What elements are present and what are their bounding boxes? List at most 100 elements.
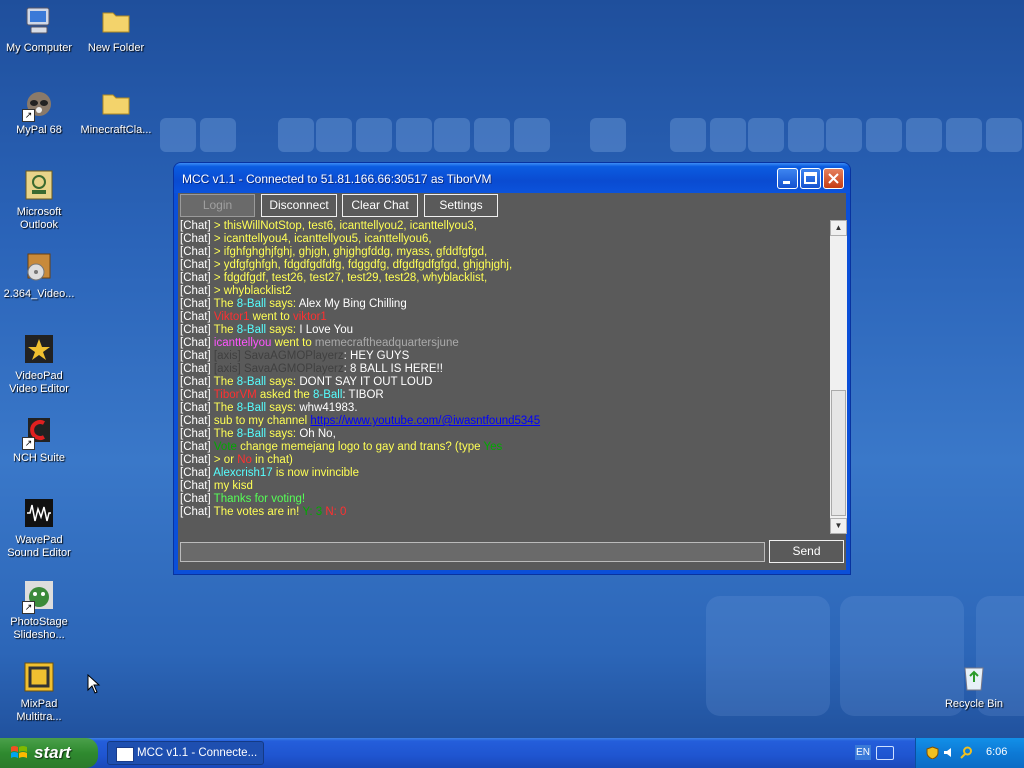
taskbar-item-label: MCC v1.1 - Connecte... — [137, 747, 258, 759]
chat-segment: [Chat] — [180, 402, 214, 414]
taskbar-item-mcc[interactable]: MCC v1.1 - Connecte... — [107, 741, 264, 765]
chat-segment: [Chat] — [180, 415, 214, 427]
desktop-icon-recycle-bin[interactable]: Recycle Bin — [935, 660, 1013, 711]
chat-segment: [Chat] — [180, 454, 214, 466]
security-shield-icon[interactable] — [926, 746, 939, 759]
chat-segment: [Chat] — [180, 467, 214, 479]
desktop-icon-new-folder[interactable]: New Folder — [77, 4, 155, 55]
chat-line: [Chat] The 8-Ball says: Alex My Bing Chi… — [180, 298, 828, 311]
minimize-button[interactable] — [777, 168, 798, 189]
chat-segment: [Chat] — [180, 441, 214, 453]
window-titlebar[interactable]: MCC v1.1 - Connected to 51.81.166.66:305… — [174, 163, 850, 193]
media-package-icon — [27, 253, 51, 281]
scroll-down-button[interactable]: ▼ — [830, 518, 847, 534]
start-label: start — [34, 743, 71, 762]
chat-segment: DONT SAY IT OUT LOUD — [299, 376, 433, 388]
chat-segment: in chat) — [251, 454, 293, 466]
chat-segment: [Chat] — [180, 493, 214, 505]
chat-segment: [Chat] — [180, 298, 214, 310]
folder-icon — [102, 12, 130, 33]
chat-line: [Chat] Alexcrish17 is now invincible — [180, 467, 828, 480]
recycle-bin-icon — [964, 667, 984, 691]
chat-segment: Vote — [213, 441, 237, 453]
chat-segment: The — [213, 298, 237, 310]
videopad-icon — [25, 335, 53, 363]
desktop-icon-outlook[interactable]: Microsoft Outlook — [0, 168, 78, 232]
maximize-button[interactable] — [800, 168, 821, 189]
desktop-icon-my-computer[interactable]: My Computer — [0, 4, 78, 55]
chat-line: [Chat] The 8-Ball says: Oh No, — [180, 428, 828, 441]
chat-segment: The — [213, 324, 237, 336]
desktop-icon-nch-suite[interactable]: ↗ NCH Suite — [0, 414, 78, 465]
chat-segment: SavaAGMOPlayerz — [243, 350, 344, 362]
close-button[interactable] — [823, 168, 844, 189]
chat-segment: [Chat] — [180, 350, 214, 362]
chat-line: [Chat] The 8-Ball says: I Love You — [180, 324, 828, 337]
chat-segment: No — [237, 454, 252, 466]
chat-segment: The — [213, 376, 237, 388]
chat-segment: viktor1 — [292, 311, 327, 323]
desktop-icon-wavepad[interactable]: WavePad Sound Editor — [0, 496, 78, 560]
chat-segment: SavaAGMOPlayerz — [243, 363, 344, 375]
desktop-icon-label: New Folder — [87, 42, 145, 54]
chat-segment: went to — [271, 337, 315, 349]
chat-segment: [Chat] — [180, 311, 214, 323]
chat-segment: The votes are in! — [213, 506, 303, 518]
start-button[interactable]: start — [0, 738, 98, 768]
folder-icon — [102, 94, 130, 115]
mouse-cursor-icon — [87, 674, 101, 694]
chat-scrollbar[interactable]: ▲ ▼ — [830, 220, 847, 534]
chat-segment: [Chat] — [180, 428, 214, 440]
desktop-icon-video-package[interactable]: 2.364_Video... — [0, 250, 78, 301]
chat-line: [Chat] > fdgdfgdf, test26, test27, test2… — [180, 272, 828, 285]
send-button[interactable]: Send — [769, 540, 844, 563]
desktop-icon-mypal[interactable]: ↗ MyPal 68 — [0, 86, 78, 137]
login-button[interactable]: Login — [180, 194, 255, 217]
chat-link[interactable]: https://www.youtube.com/@iwasntfound5345 — [310, 415, 540, 427]
chat-line: [Chat] [axis] SavaAGMOPlayerz: 8 BALL IS… — [180, 363, 828, 376]
settings-button[interactable]: Settings — [424, 194, 498, 217]
keyboard-icon[interactable] — [876, 746, 894, 760]
desktop-icon-label: MyPal 68 — [16, 124, 62, 136]
clock[interactable]: 6:06 — [986, 746, 1007, 758]
chat-segment: Oh No, — [299, 428, 336, 440]
chat-input[interactable] — [180, 542, 765, 562]
chat-segment: says: — [266, 376, 300, 388]
chat-segment: [Chat] — [180, 389, 214, 401]
chat-line: [Chat] sub to my channel https://www.you… — [180, 415, 828, 428]
desktop-icon-label: My Computer — [5, 42, 73, 54]
chat-segment: 8-Ball — [236, 324, 267, 336]
scroll-thumb[interactable] — [831, 390, 846, 516]
chat-segment: icanttellyou — [213, 337, 272, 349]
chat-segment: [Chat] — [180, 376, 214, 388]
desktop-icon-videopad[interactable]: VideoPad Video Editor — [0, 332, 78, 396]
chat-line: [Chat] Thanks for voting! — [180, 493, 828, 506]
chat-segment: [Chat] — [180, 337, 214, 349]
search-icon[interactable] — [960, 746, 973, 759]
chat-line: [Chat] The 8-Ball says: DONT SAY IT OUT … — [180, 376, 828, 389]
disconnect-button[interactable]: Disconnect — [261, 194, 337, 217]
window-client: Login Disconnect Clear Chat Settings [Ch… — [178, 193, 847, 570]
desktop-icon-mixpad[interactable]: MixPad Multitra... — [0, 660, 78, 724]
chat-line: [Chat] > icanttellyou4, icanttellyou5, i… — [180, 233, 828, 246]
chat-segment: says: — [266, 324, 300, 336]
chat-segment: [axis] — [213, 363, 244, 375]
chat-log[interactable]: [Chat] > thisWillNotStop, test6, icantte… — [180, 220, 828, 534]
volume-icon[interactable] — [943, 746, 956, 759]
language-indicator[interactable]: EN — [855, 745, 871, 760]
chat-segment: [Chat] — [180, 272, 214, 284]
clear-chat-button[interactable]: Clear Chat — [342, 194, 418, 217]
scroll-up-button[interactable]: ▲ — [830, 220, 847, 236]
chat-segment: Viktor1 — [213, 311, 250, 323]
chat-segment: [Chat] — [180, 363, 214, 375]
chat-line: [Chat] icanttellyou went to memecrafthea… — [180, 337, 828, 350]
chat-segment: sub to my channel — [213, 415, 311, 427]
windows-logo-icon — [11, 746, 27, 758]
chat-segment: [Chat] — [180, 233, 214, 245]
chat-segment: : HEY GUYS — [343, 350, 410, 362]
desktop-icon-photostage[interactable]: ↗ PhotoStage Slidesho... — [0, 578, 78, 642]
wavepad-icon — [25, 499, 53, 527]
outlook-icon — [25, 170, 53, 200]
desktop-icon-label: PhotoStage Slidesho... — [10, 616, 68, 641]
desktop-icon-minecraft[interactable]: MinecraftCla... — [77, 86, 155, 137]
